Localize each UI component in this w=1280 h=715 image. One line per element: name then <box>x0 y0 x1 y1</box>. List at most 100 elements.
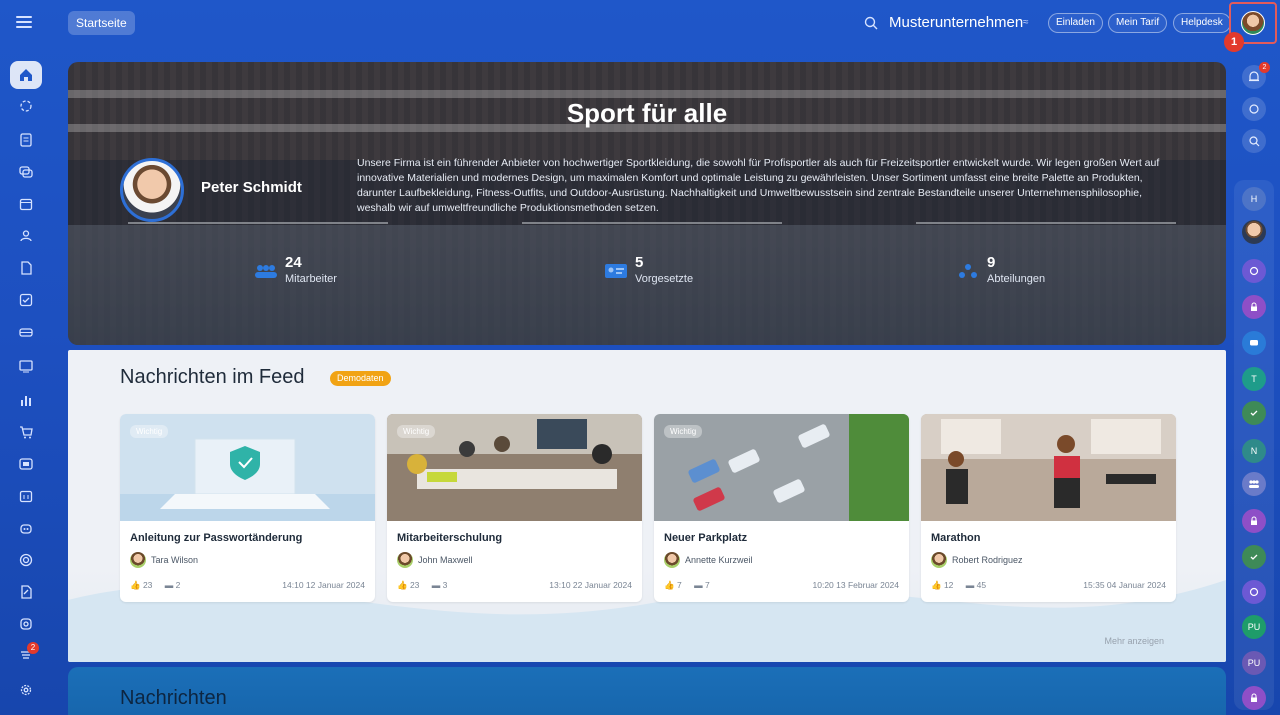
author-avatar[interactable] <box>931 552 947 568</box>
card-timestamp: 14:10 12 Januar 2024 <box>282 580 365 590</box>
likes-count: 23 <box>142 580 153 590</box>
card-author[interactable]: John Maxwell <box>418 555 473 565</box>
org-structure-icon <box>959 264 977 278</box>
like-icon[interactable]: 👍 23 <box>397 580 419 591</box>
comments-count: 45 <box>976 580 987 590</box>
documents-icon[interactable] <box>10 254 42 282</box>
card-timestamp: 13:10 22 Januar 2024 <box>549 580 632 590</box>
comments-count: 2 <box>175 580 181 590</box>
card-title[interactable]: Neuer Parkplatz <box>664 532 747 544</box>
settings-icon[interactable] <box>10 676 42 704</box>
chat-message-icon[interactable] <box>1242 331 1266 355</box>
author-avatar[interactable] <box>664 552 680 568</box>
calendar-icon[interactable] <box>10 190 42 218</box>
ceo-photo[interactable] <box>120 158 184 222</box>
card-timestamp: 15:35 04 Januar 2024 <box>1083 580 1166 590</box>
drive-icon[interactable] <box>10 318 42 346</box>
stat-label: Abteilungen <box>987 273 1046 285</box>
news-card[interactable]: Marathon Robert Rodriguez 👍 12 ▬ 45 15:3… <box>921 414 1176 602</box>
card-title[interactable]: Marathon <box>931 532 981 544</box>
ceo-name[interactable]: Peter Schmidt <box>201 179 302 196</box>
card-title[interactable]: Anleitung zur Passwortänderung <box>130 532 302 544</box>
comment-icon[interactable]: ▬ 45 <box>966 580 986 590</box>
author-avatar[interactable] <box>397 552 413 568</box>
presentation-icon[interactable] <box>10 352 42 380</box>
comments-count: 7 <box>704 580 710 590</box>
chat-t[interactable]: T <box>1242 367 1266 391</box>
sign-icon[interactable] <box>10 578 42 606</box>
target-icon[interactable] <box>10 546 42 574</box>
author-avatar[interactable] <box>130 552 146 568</box>
menu-icon[interactable] <box>16 14 32 30</box>
comments-count: 3 <box>442 580 448 590</box>
hero-title: Sport für alle <box>566 98 728 128</box>
checklist-icon[interactable] <box>10 286 42 314</box>
chat-icon[interactable] <box>10 158 42 186</box>
stat-supervisors[interactable]: 5 Vorgesetzte <box>605 254 693 286</box>
chat-target-icon-2[interactable] <box>1242 580 1266 604</box>
comment-icon[interactable]: ▬ 7 <box>694 580 710 590</box>
activity-icon[interactable] <box>10 92 42 120</box>
chat-lock-icon[interactable] <box>1242 295 1266 319</box>
like-icon[interactable]: 👍 7 <box>664 580 682 591</box>
crm-icon[interactable] <box>10 450 42 478</box>
card-author[interactable]: Annette Kurzweil <box>685 555 753 565</box>
news-feed-section: Nachrichten im Feed Demodaten Wichtig An… <box>68 350 1226 662</box>
tasks-icon[interactable] <box>10 126 42 154</box>
phone-icon[interactable] <box>1242 97 1266 121</box>
helpdesk-button[interactable]: Helpdesk <box>1173 13 1231 33</box>
groups-icon[interactable] <box>10 222 42 250</box>
chat-h[interactable]: H <box>1242 187 1266 211</box>
news-card[interactable]: Wichtig Neuer Parkplatz Annette Kurzweil… <box>654 414 909 602</box>
chat-check-icon[interactable] <box>1242 401 1266 425</box>
company-description: Unsere Firma ist ein führender Anbieter … <box>357 157 1160 214</box>
chat-avatar[interactable] <box>1242 220 1266 244</box>
marketplace-icon[interactable] <box>10 610 42 638</box>
chat-lock-icon-3[interactable] <box>1242 686 1266 710</box>
like-icon[interactable]: 👍 23 <box>130 580 152 591</box>
show-more-link[interactable]: Mehr anzeigen <box>1104 636 1164 646</box>
home-tab[interactable]: Startseite <box>68 11 135 35</box>
chat-n[interactable]: N <box>1242 439 1266 463</box>
important-tag: Wichtig <box>397 425 436 438</box>
chat-pu-2[interactable]: PU <box>1242 651 1266 675</box>
search-icon[interactable] <box>864 16 878 30</box>
card-author[interactable]: Robert Rodriguez <box>952 555 1023 565</box>
user-avatar[interactable] <box>1241 11 1265 35</box>
card-stats: 👍 12 ▬ 45 <box>931 580 996 591</box>
top-bar: Startseite Musterunternehmen ≈ Einladen … <box>0 0 1280 52</box>
chat-lock-icon-2[interactable] <box>1242 509 1266 533</box>
news-card[interactable]: Wichtig Anleitung zur Passwortänderung T… <box>120 414 375 602</box>
demo-data-badge: Demodaten <box>330 371 391 386</box>
swap-icon[interactable]: ≈ <box>1023 17 1029 28</box>
analytics-icon[interactable] <box>10 386 42 414</box>
stat-label: Mitarbeiter <box>285 273 337 285</box>
home-icon[interactable] <box>10 61 42 89</box>
company-hero: Sport für alle Peter Schmidt Unsere Firm… <box>68 62 1226 345</box>
chat-pu[interactable]: PU <box>1242 615 1266 639</box>
comment-icon[interactable]: ▬ 3 <box>432 580 448 590</box>
card-author[interactable]: Tara Wilson <box>151 555 198 565</box>
shop-icon[interactable] <box>10 418 42 446</box>
stat-employees[interactable]: 24 Mitarbeiter <box>255 254 337 286</box>
card-title[interactable]: Mitarbeiterschulung <box>397 532 502 544</box>
likes-count: 7 <box>676 580 682 590</box>
company-name[interactable]: Musterunternehmen <box>889 13 1023 33</box>
invite-button[interactable]: Einladen <box>1048 13 1103 33</box>
id-card-icon <box>605 264 627 278</box>
like-icon[interactable]: 👍 12 <box>931 580 953 591</box>
card-stats: 👍 23 ▬ 3 <box>397 580 457 591</box>
chat-group-icon[interactable] <box>1242 472 1266 496</box>
my-plan-button[interactable]: Mein Tarif <box>1108 13 1168 33</box>
chat-target-icon[interactable] <box>1242 259 1266 283</box>
robot-icon[interactable] <box>10 514 42 542</box>
scheduler-icon[interactable] <box>10 482 42 510</box>
search-chat-icon[interactable] <box>1242 129 1266 153</box>
chat-check-icon-2[interactable] <box>1242 545 1266 569</box>
comment-icon[interactable]: ▬ 2 <box>165 580 181 590</box>
news-card[interactable]: Wichtig Mitarbeiterschulung John Maxwell… <box>387 414 642 602</box>
card-stats: 👍 23 ▬ 2 <box>130 580 190 591</box>
stat-departments[interactable]: 9 Abteilungen <box>957 254 1045 286</box>
important-tag: Wichtig <box>130 425 169 438</box>
news-section: Nachrichten <box>68 667 1226 715</box>
